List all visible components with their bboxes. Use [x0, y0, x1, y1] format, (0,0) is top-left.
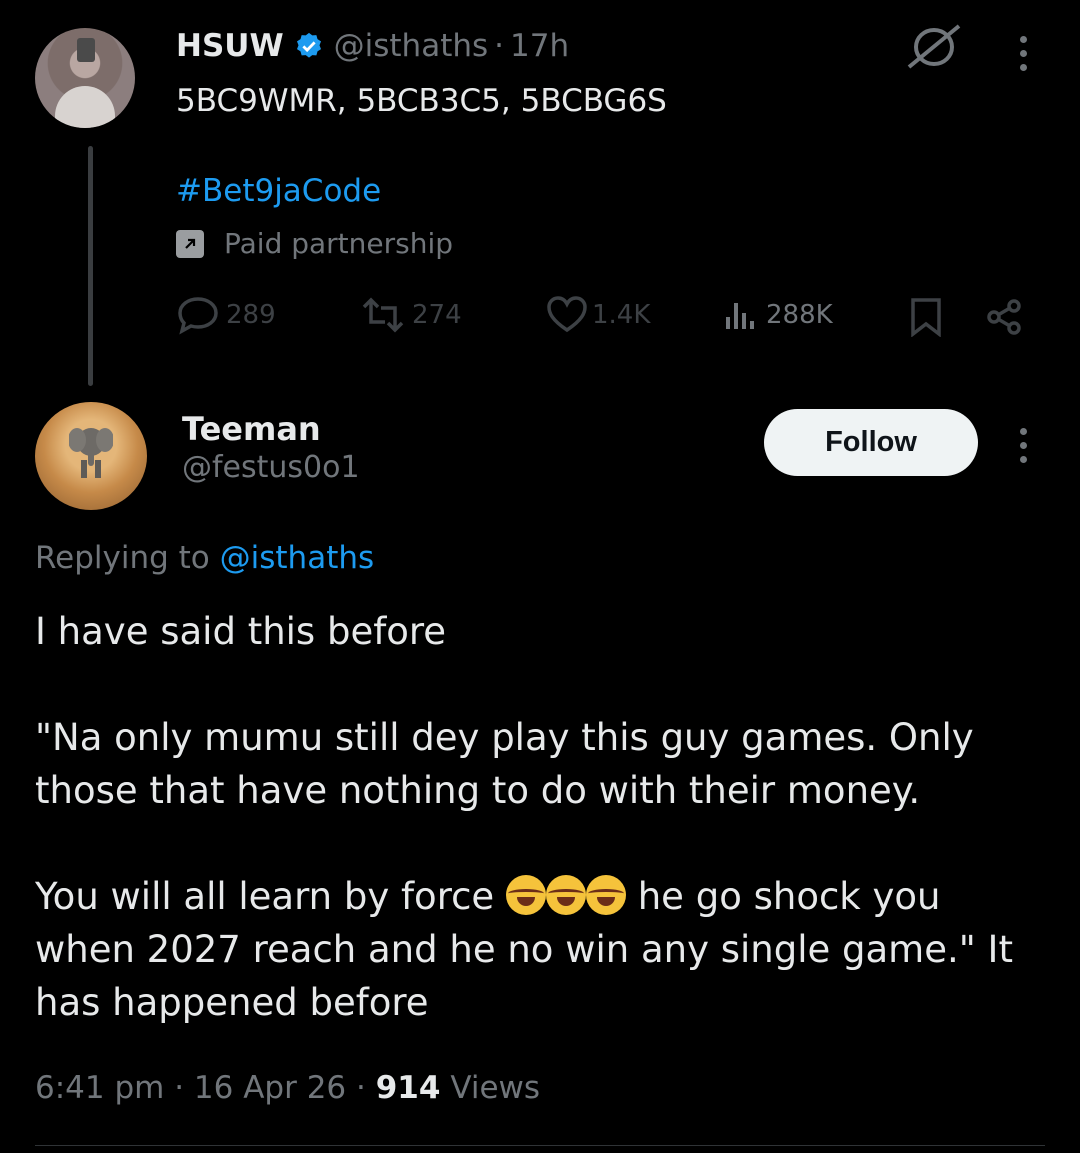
- tweet1-actions: 289 274 1.4K 288K: [176, 295, 1036, 339]
- reply-views-count: 914: [375, 1070, 441, 1106]
- reply-time[interactable]: 6:41 pm: [35, 1070, 164, 1106]
- reply-views-label: Views: [450, 1070, 541, 1106]
- retweet-button[interactable]: 274: [358, 295, 462, 335]
- tweet1-header: HSUW @isthaths · 17h: [176, 28, 569, 64]
- paid-arrow-icon: [176, 229, 204, 258]
- views-icon: [726, 303, 754, 329]
- replying-handle-link[interactable]: @isthaths: [220, 540, 375, 576]
- follow-button[interactable]: Follow: [764, 409, 978, 476]
- verified-badge-icon: [296, 32, 321, 58]
- tweet1-handle[interactable]: @isthaths: [334, 28, 489, 64]
- hashtag-link[interactable]: #Bet9jaCode: [176, 173, 381, 209]
- like-count: 1.4K: [592, 300, 651, 330]
- replying-to: Replying to @isthaths: [35, 540, 374, 576]
- reply-icon: [178, 297, 218, 335]
- laughing-emoji-icon: [545, 875, 586, 915]
- thread-line: [88, 146, 93, 386]
- like-button[interactable]: 1.4K: [546, 295, 650, 335]
- laughing-emoji-icon: [585, 875, 626, 915]
- reply-more-icon[interactable]: [1018, 428, 1028, 463]
- like-icon: [547, 296, 587, 333]
- laughing-emoji-icon: [505, 875, 546, 915]
- tweet1-display-name[interactable]: HSUW: [176, 28, 284, 64]
- reply-text-part1: I have said this before "Na only mumu st…: [35, 610, 974, 918]
- share-icon[interactable]: [984, 297, 1024, 337]
- header-separator: ·: [494, 28, 505, 64]
- paid-partnership[interactable]: Paid partnership: [176, 227, 453, 260]
- retweet-count: 274: [412, 300, 462, 330]
- reply-date[interactable]: 16 Apr 26: [194, 1070, 346, 1106]
- retweet-icon: [362, 297, 404, 333]
- tweet1-time[interactable]: 17h: [510, 28, 569, 64]
- views-count: 288K: [766, 300, 833, 330]
- tweet1-more-icon[interactable]: [1018, 36, 1028, 71]
- grok-icon[interactable]: [905, 22, 963, 70]
- views-button[interactable]: 288K: [722, 295, 833, 335]
- reply-handle[interactable]: @festus0o1: [182, 450, 360, 485]
- divider: [35, 1145, 1045, 1146]
- reply-button[interactable]: 289: [176, 295, 276, 335]
- reply-text: I have said this before "Na only mumu st…: [35, 605, 1035, 1029]
- meta-separator: ·: [174, 1070, 185, 1106]
- tweet1-codes: 5BC9WMR, 5BCB3C5, 5BCBG6S: [176, 83, 667, 119]
- bookmark-icon[interactable]: [908, 297, 944, 337]
- reply-display-name[interactable]: Teeman: [182, 410, 321, 448]
- reply-count: 289: [226, 300, 276, 330]
- hsuw-avatar[interactable]: [35, 28, 135, 128]
- reply-meta: 6:41 pm · 16 Apr 26 · 914 Views: [35, 1070, 540, 1106]
- replying-prefix: Replying to: [35, 540, 210, 576]
- teeman-avatar[interactable]: [35, 402, 147, 510]
- meta-separator: ·: [356, 1070, 366, 1106]
- paid-label: Paid partnership: [224, 227, 454, 260]
